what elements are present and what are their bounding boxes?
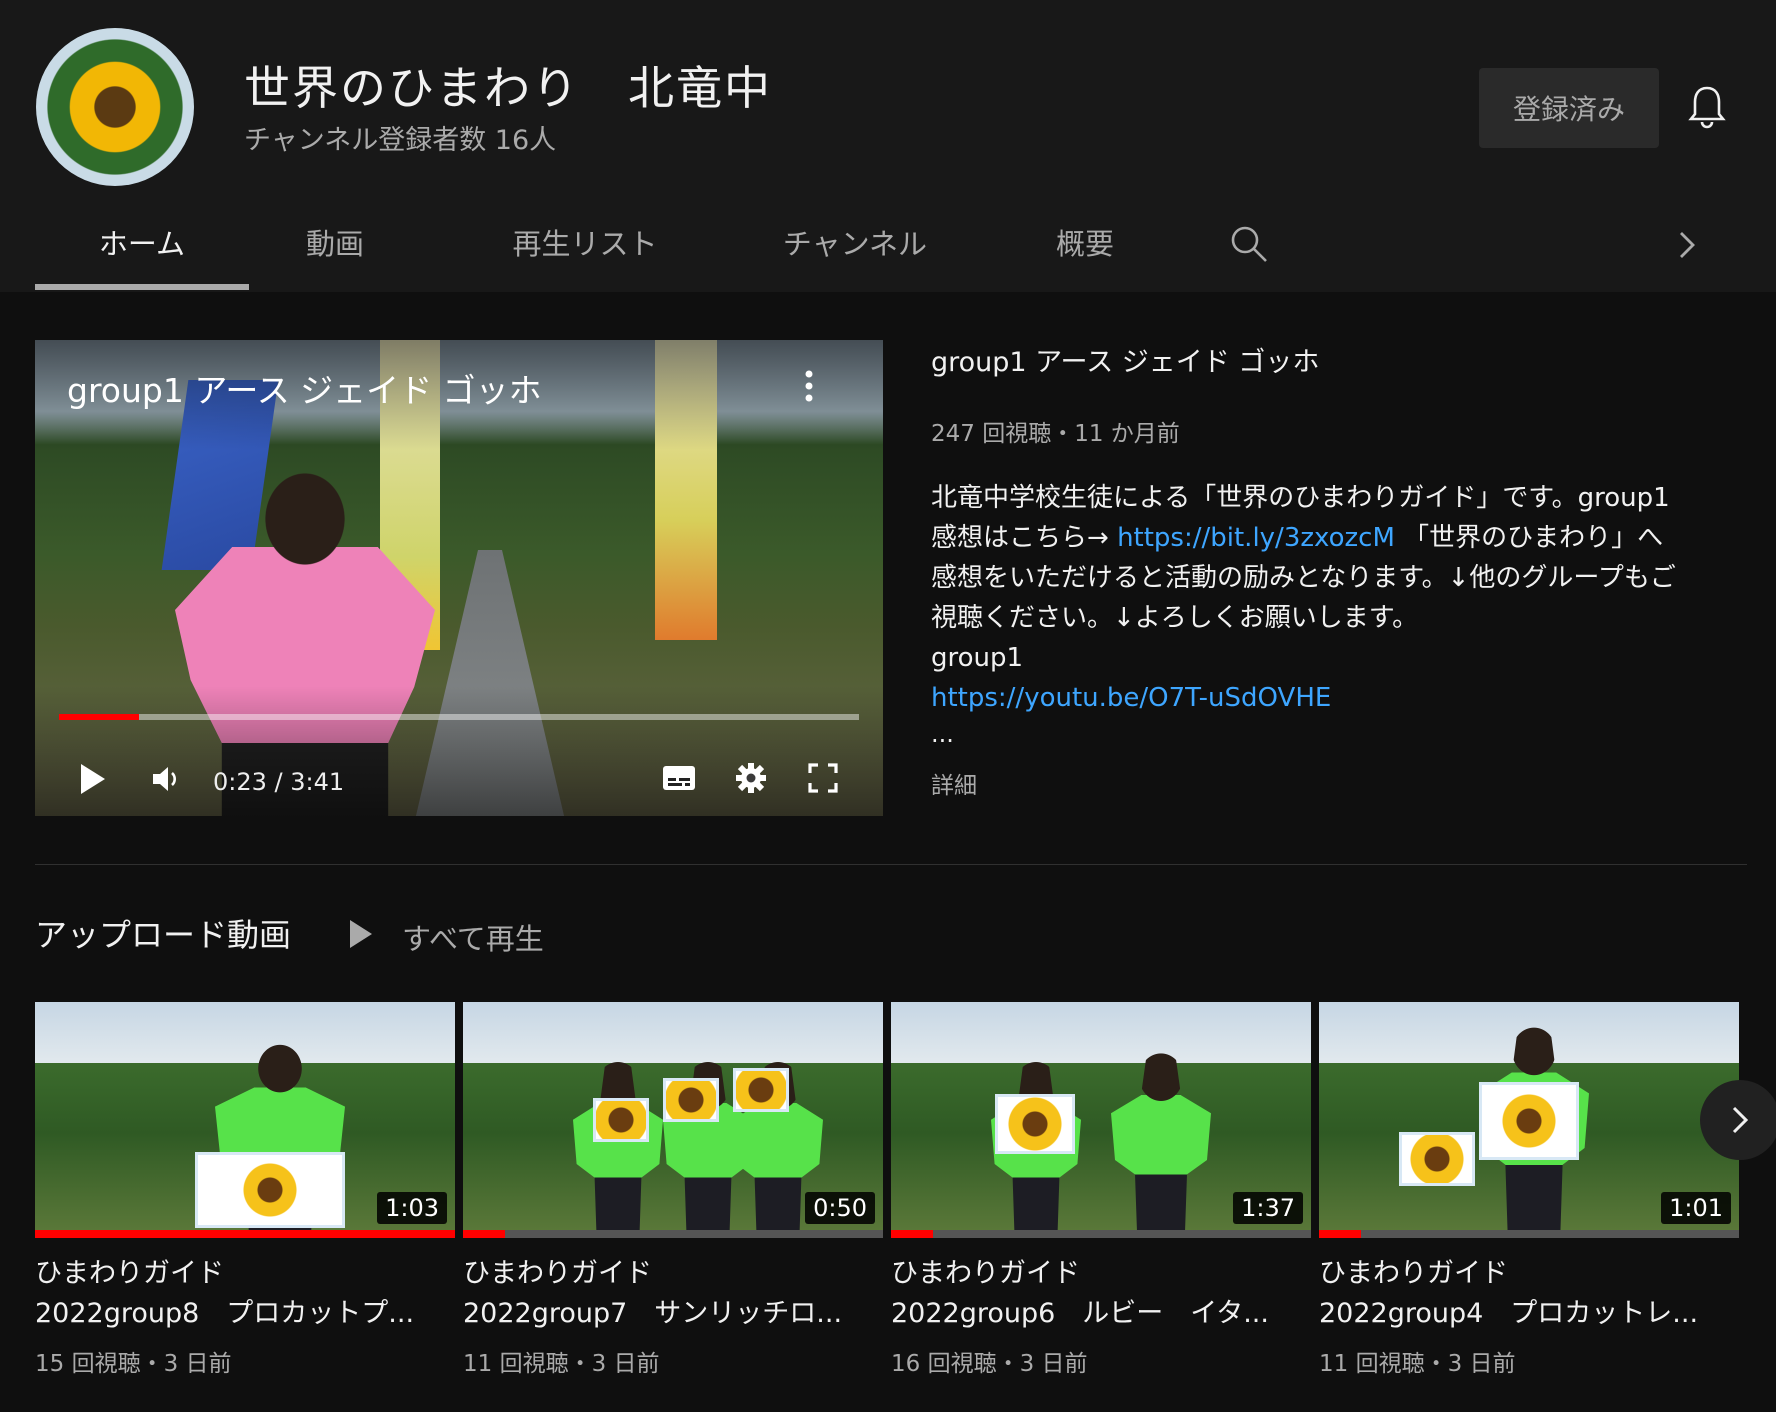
description-line: 感想をいただけると活動の励みとなります。↓他のグループもご xyxy=(931,563,1676,593)
subtitles-icon[interactable] xyxy=(661,762,697,794)
thumbnail-info-sign xyxy=(1399,1132,1475,1186)
volume-icon[interactable] xyxy=(151,762,183,796)
description-line: 視聴ください。↓よろしくお願いします。 xyxy=(931,603,1419,633)
watched-progress xyxy=(1319,1230,1739,1238)
fullscreen-icon[interactable] xyxy=(807,762,839,794)
details-link[interactable]: 詳細 xyxy=(931,766,977,800)
video-meta: 16 回視聴・3 日前 xyxy=(891,1351,1088,1377)
watched-fill xyxy=(463,1230,505,1238)
video-thumbnail[interactable]: 0:50 xyxy=(463,1002,883,1238)
channel-avatar[interactable] xyxy=(36,28,194,186)
thumbnail-sky xyxy=(35,1002,455,1073)
play-icon[interactable] xyxy=(79,762,107,796)
video-card[interactable]: 1:01 ひまわりガイド 2022group4 プロカットレ... 11 回視聴… xyxy=(1319,1002,1739,1378)
video-title-line: ひまわりガイド xyxy=(1319,1258,1508,1289)
featured-video-player[interactable]: group1 アース ジェイド ゴッホ 0:23 / 3:41 xyxy=(35,340,883,816)
thumbnail-sunflower-sign xyxy=(195,1152,345,1228)
tab-channels[interactable]: チャンネル xyxy=(755,222,955,292)
video-title-line: 2022group4 プロカットレ... xyxy=(1319,1298,1699,1329)
description-line: group1 xyxy=(931,643,1024,673)
thumbnail-sunflower-sign xyxy=(733,1068,789,1112)
play-all-button[interactable]: すべて再生 xyxy=(402,916,544,958)
uploads-section-title[interactable]: アップロード動画 xyxy=(35,910,291,956)
thumbnail-sunflower-sign xyxy=(593,1098,649,1142)
play-all-icon[interactable] xyxy=(348,918,374,950)
watched-progress xyxy=(891,1230,1311,1238)
subscribed-button[interactable]: 登録済み xyxy=(1479,68,1659,148)
watched-progress xyxy=(463,1230,883,1238)
section-divider xyxy=(35,864,1747,865)
video-thumbnail[interactable]: 1:37 xyxy=(891,1002,1311,1238)
tab-videos[interactable]: 動画 xyxy=(275,222,395,292)
subscriber-count: チャンネル登録者数 16人 xyxy=(244,125,557,156)
video-card[interactable]: 1:03 ひまわりガイド 2022group8 プロカットプ... 15 回視聴… xyxy=(35,1002,455,1378)
description-ellipsis: ... xyxy=(931,720,954,748)
video-title-line: ひまわりガイド xyxy=(891,1258,1080,1289)
video-title-line: 2022group7 サンリッチロ... xyxy=(463,1298,843,1329)
video-meta: 11 回視聴・3 日前 xyxy=(463,1351,660,1377)
player-title[interactable]: group1 アース ジェイド ゴッホ xyxy=(67,364,542,412)
watched-fill xyxy=(891,1230,933,1238)
video-title-line: 2022group8 プロカットプ... xyxy=(35,1298,415,1329)
video-title-line: ひまわりガイド xyxy=(35,1258,224,1289)
description-line: 北竜中学校生徒による「世界のひまわりガイド」です。group1 xyxy=(931,483,1670,513)
video-title[interactable]: ひまわりガイド 2022group6 ルビー イタ... xyxy=(891,1254,1311,1334)
video-meta: 11 回視聴・3 日前 xyxy=(1319,1351,1516,1377)
duration-badge: 1:37 xyxy=(1233,1192,1303,1224)
video-thumbnail[interactable]: 1:01 xyxy=(1319,1002,1739,1238)
video-title[interactable]: ひまわりガイド 2022group4 プロカットレ... xyxy=(1319,1254,1739,1334)
description-link[interactable]: https://bit.ly/3zxozcM xyxy=(1117,523,1395,553)
duration-badge: 0:50 xyxy=(805,1192,875,1224)
carousel-next-button[interactable] xyxy=(1700,1080,1776,1160)
thumbnail-sky xyxy=(463,1002,883,1073)
video-meta: 15 回視聴・3 日前 xyxy=(35,1351,232,1377)
time-display: 0:23 / 3:41 xyxy=(213,768,345,796)
watched-progress xyxy=(35,1230,455,1238)
watched-fill xyxy=(35,1230,455,1238)
tab-home[interactable]: ホーム xyxy=(35,222,249,292)
description-text: 感想はこちら→ xyxy=(931,523,1118,553)
tab-playlists[interactable]: 再生リスト xyxy=(485,222,685,292)
bell-icon[interactable] xyxy=(1687,84,1727,130)
more-vert-icon[interactable] xyxy=(799,366,819,406)
watched-fill xyxy=(1319,1230,1361,1238)
featured-video-description: 北竜中学校生徒による「世界のひまわりガイド」です。group1 感想はこちら→ … xyxy=(931,478,1731,718)
video-thumbnail[interactable]: 1:03 xyxy=(35,1002,455,1238)
channel-header: 世界のひまわり 北竜中 チャンネル登録者数 16人 登録済み ホーム 動画 再生… xyxy=(0,0,1776,292)
channel-name: 世界のひまわり 北竜中 xyxy=(244,61,772,115)
video-card[interactable]: 0:50 ひまわりガイド 2022group7 サンリッチロ... 11 回視聴… xyxy=(463,1002,883,1378)
duration-badge: 1:01 xyxy=(1661,1192,1731,1224)
video-title[interactable]: ひまわりガイド 2022group7 サンリッチロ... xyxy=(463,1254,883,1334)
featured-video-meta: 247 回視聴・11 か月前 xyxy=(931,421,1180,447)
video-title-line: ひまわりガイド xyxy=(463,1258,652,1289)
thumbnail-sunflower-sign xyxy=(995,1094,1075,1154)
chevron-right-icon[interactable] xyxy=(1675,230,1699,260)
description-text: 「世界のひまわり」へ xyxy=(1403,523,1664,553)
duration-badge: 1:03 xyxy=(377,1192,447,1224)
player-bottom-gradient xyxy=(35,686,883,816)
thumbnail-sky xyxy=(891,1002,1311,1073)
thumbnail-sunflower-sign xyxy=(1479,1082,1579,1160)
thumbnail-sunflower-sign xyxy=(663,1078,719,1122)
chevron-right-icon xyxy=(1732,1106,1749,1134)
description-line: 感想はこちら→ https://bit.ly/3zxozcM 「世界のひまわり」… xyxy=(931,518,1731,558)
settings-gear-icon[interactable] xyxy=(735,762,767,794)
progress-bar[interactable] xyxy=(59,714,859,720)
video-title[interactable]: ひまわりガイド 2022group8 プロカットプ... xyxy=(35,1254,455,1334)
progress-fill xyxy=(59,714,139,720)
channel-tabs: ホーム 動画 再生リスト チャンネル 概要 xyxy=(35,222,1735,292)
featured-video-title[interactable]: group1 アース ジェイド ゴッホ xyxy=(931,340,1319,379)
tab-about[interactable]: 概要 xyxy=(1025,222,1145,292)
search-icon[interactable] xyxy=(1229,224,1269,264)
active-tab-indicator xyxy=(35,284,249,290)
video-title-line: 2022group6 ルビー イタ... xyxy=(891,1298,1269,1329)
description-link[interactable]: https://youtu.be/O7T-uSdOVHE xyxy=(931,678,1731,718)
video-card[interactable]: 1:37 ひまわりガイド 2022group6 ルビー イタ... 16 回視聴… xyxy=(891,1002,1311,1378)
